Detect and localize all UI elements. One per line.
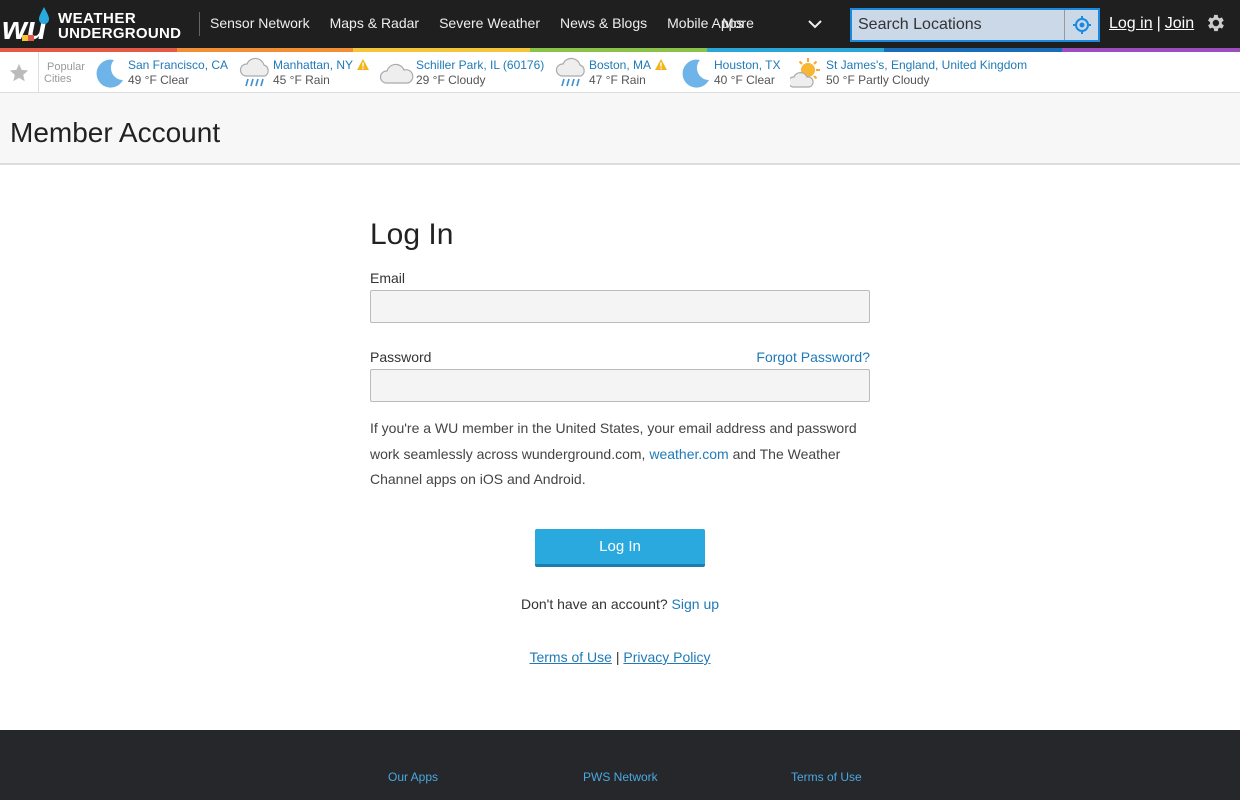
footer-link-pws-network[interactable]: PWS Network [583, 770, 658, 784]
email-field[interactable] [370, 290, 870, 323]
privacy-link[interactable]: Privacy Policy [623, 649, 710, 665]
moon-icon [96, 59, 123, 88]
no-account-text: Don't have an account? [520, 596, 668, 612]
partly-cloudy-icon [790, 58, 820, 88]
nav-item-maps-radar[interactable]: Maps & Radar [330, 15, 419, 31]
no-account-row: Don't have an account? Sign up [0, 596, 1240, 612]
city-name[interactable]: Boston, MA [589, 58, 651, 72]
star-icon [9, 63, 29, 81]
join-link[interactable]: Join [1165, 15, 1194, 32]
auth-links: Log in | Join [1109, 15, 1194, 33]
logo-line-1: WEATHER [58, 10, 137, 27]
city-condition: 50 °F Partly Cloudy [826, 73, 930, 87]
locate-button[interactable] [1064, 10, 1098, 40]
login-link[interactable]: Log in [1109, 15, 1153, 32]
login-button[interactable]: Log In [535, 529, 705, 567]
wu-logo[interactable]: wu WEATHER UNDERGROUND [2, 5, 182, 43]
nav-item-news-blogs[interactable]: News & Blogs [560, 15, 647, 31]
city-condition: 45 °F Rain [273, 73, 330, 87]
password-label: Password [370, 349, 432, 365]
page-header: Member Account [0, 93, 1240, 165]
favorites-button[interactable] [0, 52, 39, 93]
popular-cities-label: Popular Cities [44, 61, 85, 85]
login-heading: Log In [370, 218, 454, 251]
nav-item-sensor-network[interactable]: Sensor Network [210, 15, 310, 31]
nav-item-severe-weather[interactable]: Severe Weather [439, 15, 540, 31]
email-label: Email [370, 270, 406, 286]
city-name[interactable]: St James's, England, United Kingdom [826, 58, 1027, 72]
city-name[interactable]: Schiller Park, IL (60176) [416, 58, 544, 72]
password-field[interactable] [370, 369, 870, 402]
nav-item-more[interactable]: More [722, 15, 754, 31]
wu-logo-icon: wu [2, 7, 49, 43]
forgot-password-link[interactable]: Forgot Password? [756, 349, 870, 365]
city-item[interactable]: Boston, MA 47 °F Rain [554, 52, 678, 93]
search-input[interactable] [852, 10, 1065, 40]
city-item[interactable]: Houston, TX 40 °F Clear [678, 52, 790, 93]
city-name[interactable]: San Francisco, CA [128, 58, 228, 72]
footer-link-terms[interactable]: Terms of Use [791, 770, 862, 784]
city-condition: 40 °F Clear [714, 73, 775, 87]
city-condition: 47 °F Rain [589, 73, 646, 87]
page-title: Member Account [10, 117, 221, 148]
top-nav-bar: wu WEATHER UNDERGROUND Sensor Network Ma… [0, 0, 1240, 48]
nav-divider [199, 12, 200, 36]
alert-icon[interactable] [356, 58, 370, 71]
city-item[interactable]: San Francisco, CA 49 °F Clear [92, 52, 238, 93]
popular-cities-bar: Popular Cities San Francisco, CA 49 °F C… [0, 52, 1240, 93]
footer: Our Apps PWS Network Terms of Use [0, 730, 1240, 800]
account-info-text: If you're a WU member in the United Stat… [370, 420, 857, 487]
legal-separator: | [615, 649, 620, 665]
city-item[interactable]: Manhattan, NY 45 °F Rain [238, 52, 380, 93]
city-condition: 49 °F Clear [128, 73, 189, 87]
main-nav: Sensor Network Maps & Radar Severe Weath… [210, 15, 763, 31]
terms-link[interactable]: Terms of Use [529, 649, 611, 665]
city-name[interactable]: Houston, TX [714, 58, 780, 72]
rain-icon [239, 57, 269, 87]
search-box [850, 8, 1100, 42]
footer-link-our-apps[interactable]: Our Apps [388, 770, 438, 784]
signup-link[interactable]: Sign up [672, 596, 719, 612]
auth-separator: | [1156, 15, 1161, 32]
chevron-down-icon[interactable] [807, 16, 823, 32]
city-item[interactable]: Schiller Park, IL (60176) 29 °F Cloudy [380, 52, 554, 93]
city-name[interactable]: Manhattan, NY [273, 58, 353, 72]
city-item[interactable]: St James's, England, United Kingdom 50 °… [790, 52, 1040, 93]
crosshair-icon [1072, 16, 1091, 34]
alert-icon[interactable] [654, 58, 668, 71]
moon-icon [682, 59, 709, 88]
legal-links: Terms of Use | Privacy Policy [0, 649, 1240, 665]
cloud-icon [380, 63, 414, 84]
weather-com-link[interactable]: weather.com [649, 446, 728, 462]
gear-icon[interactable] [1204, 12, 1226, 34]
rain-icon [555, 57, 585, 87]
city-condition: 29 °F Cloudy [416, 73, 486, 87]
logo-line-2: UNDERGROUND [58, 25, 182, 42]
